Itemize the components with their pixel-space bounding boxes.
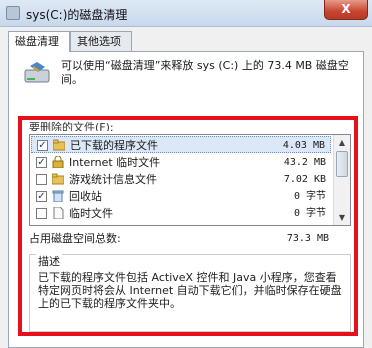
intro-text: 可以使用“磁盘清理”来释放 sys (C:) 上的 73.4 MB 磁盘空间。 <box>61 59 349 86</box>
highlight-frame <box>18 116 358 336</box>
title-bar: sys(C:)的磁盘清理 X <box>0 0 372 27</box>
window-body: 磁盘清理 其他选项 可以使用“磁盘清理”来释放 sys (C:) 上的 73.4… <box>0 27 372 348</box>
disk-cleanup-icon <box>6 6 20 20</box>
close-button[interactable]: X <box>324 0 368 20</box>
disk-cleanup-panel: 可以使用“磁盘清理”来释放 sys (C:) 上的 73.4 MB 磁盘空间。 … <box>8 51 364 348</box>
drive-icon <box>24 62 50 83</box>
tab-more-options[interactable]: 其他选项 <box>70 31 132 51</box>
tab-disk-cleanup[interactable]: 磁盘清理 <box>8 31 70 52</box>
window-title: sys(C:)的磁盘清理 <box>26 8 128 22</box>
